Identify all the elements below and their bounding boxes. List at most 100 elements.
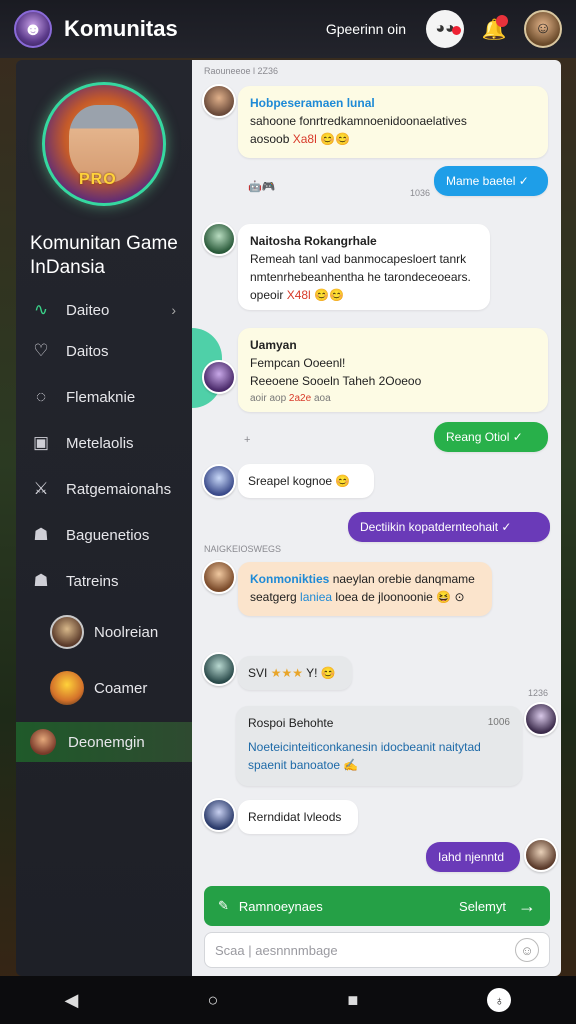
home-icon[interactable]: ○	[207, 990, 218, 1011]
reaction-icons[interactable]: 🤖🎮	[248, 180, 275, 193]
ghost-mode-button[interactable]: ◕◕	[426, 10, 464, 48]
message-text: naeylan orebie danqmame	[332, 572, 475, 586]
message-text: Remeah tanl vad banmocapesloert tanrk	[250, 252, 467, 266]
message-text: loea	[335, 590, 359, 604]
message-text: Rerndidat Ivleods	[248, 810, 342, 824]
message-bubble: SVI ★★★ Y! 😊	[238, 656, 352, 690]
sidebar-item-label: Flemaknie	[66, 388, 136, 406]
sidebar-item-label: Deonemgin	[68, 733, 145, 751]
record-dot-icon	[452, 26, 461, 35]
sidebar-item-label: Daitos	[66, 342, 109, 360]
app-avatar[interactable]: ☻	[14, 10, 52, 48]
sender-name: Rospoi Behohte	[248, 716, 334, 730]
sidebar-item-tatreins[interactable]: ☗ Tatreins	[16, 558, 192, 604]
system-nav-bar: ◀ ○ ■ ♁	[0, 976, 576, 1024]
sidebar-item-flemaknie[interactable]: ◌ Flemaknie	[16, 374, 192, 420]
sword-icon: ⚔	[33, 479, 49, 498]
avatar[interactable]	[202, 464, 236, 498]
message-time: 1036	[410, 188, 431, 198]
message-tag: 2a2e	[288, 393, 312, 404]
sidebar: PRO Komunitan Game InDansia ∿ Daiteo › ♡…	[16, 60, 192, 976]
emoji-icon: 😊	[320, 666, 336, 680]
message-text: Reeoene Sooeln	[250, 374, 340, 388]
recents-icon[interactable]: ■	[347, 990, 358, 1011]
message-input-placeholder: Scaa | aesnnnmbage	[215, 942, 338, 958]
stars-icon: ★★★	[270, 666, 303, 680]
sidebar-item-label: Metelaolis	[66, 434, 134, 452]
sidebar-item-ratgemaionahs[interactable]: ⚔ Ratgemaionahs	[16, 466, 192, 512]
message-bubble: Naitosha Rokangrhale Remeah tanl vad ban…	[238, 224, 490, 310]
avatar[interactable]	[202, 222, 236, 256]
message-text: Iahd njenntd	[438, 850, 505, 864]
attach-icon[interactable]: ✎	[218, 898, 229, 914]
sidebar-item-noolreian[interactable]: Noolreian	[16, 604, 192, 660]
assistant-icon[interactable]: ♁	[487, 988, 512, 1012]
compose-send-bar[interactable]: ✎ Ramnoeynaes Selemyt →	[204, 886, 550, 926]
message-text: Mame baetel ✓	[446, 174, 529, 188]
message-meta: aoir aop	[250, 393, 287, 404]
back-icon[interactable]: ◀	[65, 990, 79, 1011]
avatar[interactable]	[202, 652, 236, 686]
sidebar-item-label: Ratgemaionahs	[66, 480, 172, 498]
heart-icon: ♡	[33, 341, 49, 360]
avatar	[50, 671, 84, 705]
avatar[interactable]	[202, 360, 236, 394]
sidebar-item-metelaolis[interactable]: ▣ Metelaolis	[16, 420, 192, 466]
message-tag: X48l	[286, 288, 311, 302]
top-actions: Gpeerinn oin ◕◕ 🔔 ☺	[326, 10, 562, 48]
message-meta: aoa	[313, 393, 331, 404]
chat-panel: Raouneeoe l 2Z36 Hobpeseramaen lunal sah…	[192, 60, 561, 976]
sidebar-item-daitos[interactable]: ♡ Daitos	[16, 328, 192, 374]
group-icon: ☗	[33, 571, 49, 590]
avatar	[30, 729, 56, 755]
message-text: SVI	[248, 666, 268, 680]
sidebar-item-label: Tatreins	[66, 572, 119, 590]
avatar[interactable]	[202, 84, 236, 118]
message-bubble: Hobpeseramaen lunal sahoone fonrtredkamn…	[238, 86, 548, 158]
message-bubble: Konmonikties naeylan orebie danqmame sea…	[238, 562, 492, 616]
top-bar: ☻ Komunitas Gpeerinn oin ◕◕ 🔔 ☺	[0, 0, 576, 58]
gamepad-icon: ▣	[32, 433, 50, 452]
sender-name: Naitosha Rokangrhale	[250, 234, 377, 248]
message-text: sahoone fonrtredkamnoenidoonaelatives	[250, 114, 467, 128]
sidebar-item-label: Noolreian	[94, 623, 159, 641]
community-hero-image: PRO	[42, 82, 166, 206]
avatar	[50, 615, 84, 649]
sidebar-item-baguenetios[interactable]: ☗ Baguenetios	[16, 512, 192, 558]
message-bubble: Sreapel kognoe 😊	[238, 464, 374, 498]
sender-name: Uamyan	[250, 338, 297, 352]
sidebar-item-coamer[interactable]: Coamer	[16, 660, 192, 716]
notifications-button[interactable]: 🔔	[478, 13, 510, 45]
sidebar-nav: ∿ Daiteo › ♡ Daitos ◌ Flemaknie ▣ Metela…	[16, 292, 192, 762]
sidebar-item-deonemgin[interactable]: Deonemgin	[16, 722, 192, 762]
message-time: 1006	[487, 717, 510, 728]
sender-name: Konmonikties	[250, 572, 330, 586]
system-label: NAIGKEIOSWEGS	[204, 544, 282, 554]
sidebar-item-daiteo[interactable]: ∿ Daiteo ›	[16, 292, 192, 328]
message-text: Dectiikin kopatdernteohait ✓	[360, 520, 512, 534]
app-title: Komunitas	[64, 16, 178, 41]
send-label: Selemyt	[459, 898, 506, 914]
avatar[interactable]	[202, 560, 236, 594]
add-reaction-icon[interactable]: +	[244, 434, 250, 446]
send-arrow-icon[interactable]: →	[518, 896, 536, 917]
game-character-icon: ☻	[23, 18, 43, 39]
avatar[interactable]	[524, 838, 558, 872]
message-input[interactable]: Scaa | aesnnnmbage ☺	[204, 932, 550, 968]
users-icon: ☗	[33, 525, 49, 544]
pro-tag: PRO	[79, 171, 117, 188]
compose-label: Ramnoeynaes	[238, 898, 323, 914]
emoji-picker-icon[interactable]: ☺	[515, 938, 539, 962]
message-bubble: Uamyan Fempcan Ooeenl! Reeoene Sooeln Ta…	[238, 328, 548, 412]
message-text: nmtenrhebeanhentha he tarondeceoears.	[250, 270, 471, 284]
message-text: spaenit banoatoe ✍	[248, 758, 359, 772]
outgoing-message: Reang Otiol ✓	[434, 422, 548, 452]
sidebar-item-label: Coamer	[94, 679, 148, 697]
connection-status: Gpeerinn oin	[325, 21, 406, 37]
message-meta: aosoob	[250, 132, 290, 146]
avatar[interactable]	[524, 702, 558, 736]
message-text: Noeteicinteiticonkanesin idocbeanit nait…	[248, 740, 481, 754]
user-avatar[interactable]: ☺	[524, 10, 562, 48]
profile-icon: ☺	[534, 20, 552, 37]
avatar[interactable]	[202, 798, 236, 832]
